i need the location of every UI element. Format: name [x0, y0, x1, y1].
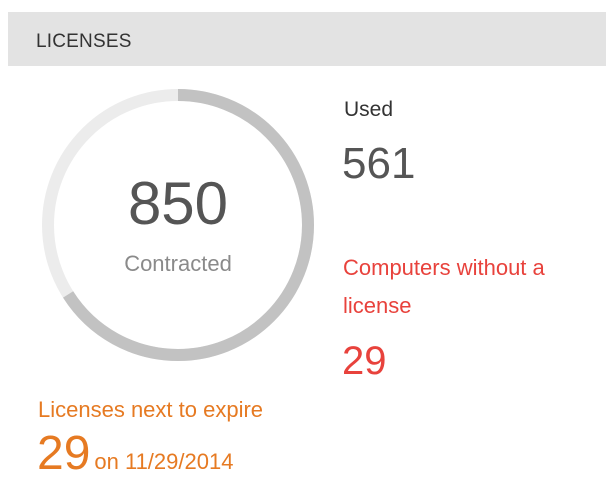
licenses-next-to-expire-label[interactable]: Licenses next to expire [38, 397, 263, 423]
computers-without-license-link[interactable]: Computers without a license [343, 249, 606, 325]
contracted-label: Contracted [124, 251, 232, 276]
contracted-licenses-gauge: 850 Contracted [33, 80, 323, 370]
used-label: Used [344, 98, 394, 121]
expiring-license-count[interactable]: 29 [37, 427, 90, 480]
panel-title: LICENSES [36, 31, 132, 52]
used-count: 561 [342, 139, 416, 188]
expiry-date: on 11/29/2014 [94, 449, 234, 474]
contracted-count: 850 [127, 170, 229, 237]
licenses-next-to-expire-row[interactable]: 29 on 11/29/2014 [37, 430, 233, 478]
computers-without-license-count[interactable]: 29 [342, 341, 387, 381]
licenses-panel-header: LICENSES [8, 12, 606, 66]
